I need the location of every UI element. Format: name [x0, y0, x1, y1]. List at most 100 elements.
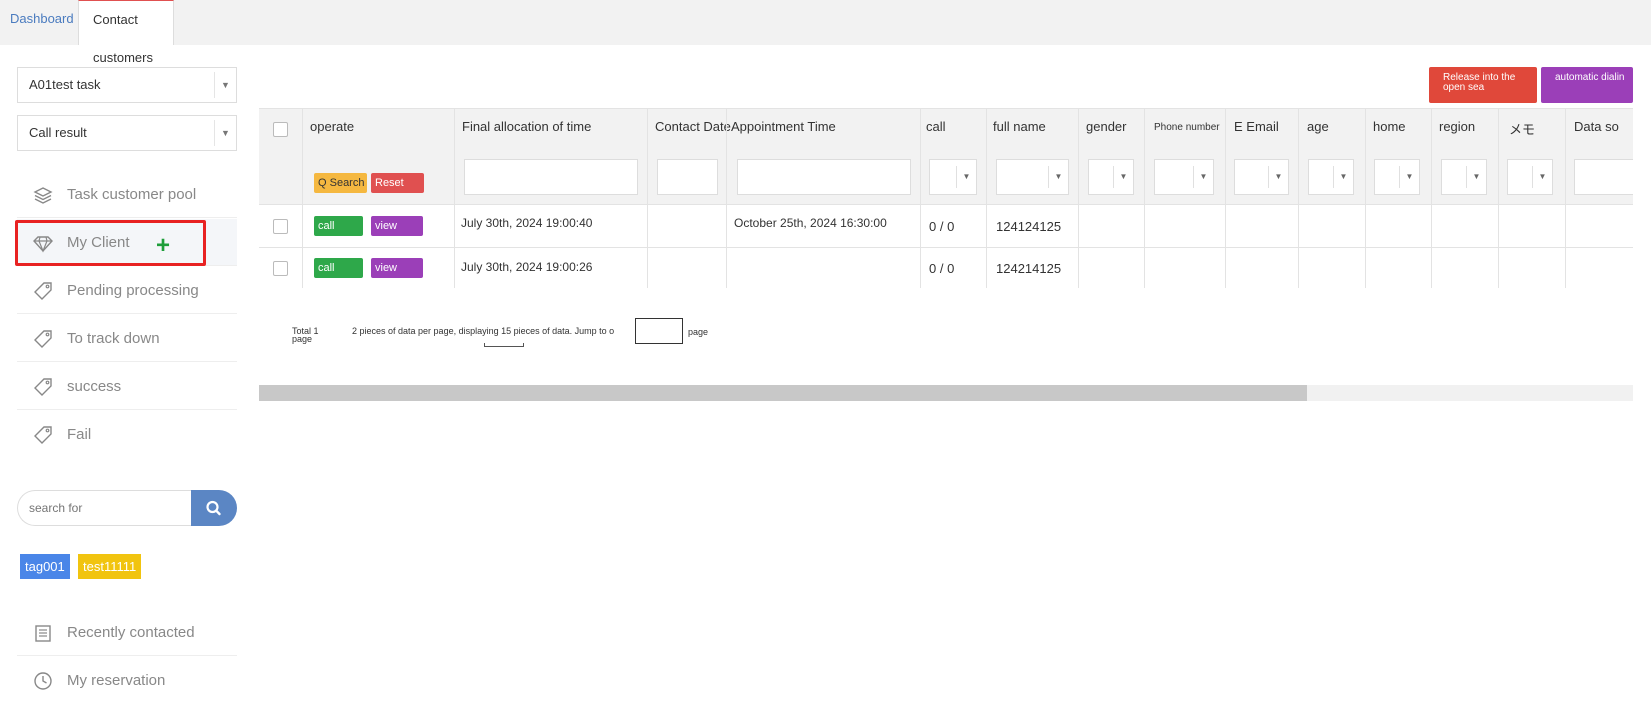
- search-icon: [206, 500, 221, 516]
- filter-appointment-input[interactable]: [737, 159, 911, 195]
- column-header: Final allocation of time: [462, 119, 592, 134]
- tag-icon: [34, 330, 52, 348]
- column-header: age: [1307, 119, 1329, 134]
- search-filter-button[interactable]: Q Search: [314, 173, 367, 193]
- chevron-down-icon: ▼: [1113, 166, 1133, 188]
- filter-home-select[interactable]: ▼: [1374, 159, 1420, 195]
- tab-bar: Dashboard Contact customers: [0, 0, 1651, 65]
- sidebar-search: [17, 490, 237, 526]
- column-divider: [1225, 109, 1226, 288]
- column-divider: [986, 109, 987, 288]
- column-header: call: [926, 119, 946, 134]
- chevron-down-icon: ▼: [214, 120, 236, 146]
- sidebar-item-fail[interactable]: Fail: [17, 411, 237, 458]
- column-header: Contact Date: [655, 119, 731, 134]
- sidebar-item-my-reservation[interactable]: My reservation: [17, 657, 237, 704]
- tag-chip[interactable]: test11111: [78, 554, 142, 579]
- view-button[interactable]: view: [371, 216, 423, 236]
- filter-final-allocation-input[interactable]: [464, 159, 638, 195]
- select-all-checkbox[interactable]: [273, 122, 288, 137]
- column-header: region: [1439, 119, 1476, 134]
- release-open-sea-button[interactable]: Release into the open sea: [1429, 67, 1537, 103]
- filter-region-select[interactable]: ▼: [1441, 159, 1487, 195]
- chevron-down-icon: ▼: [1193, 166, 1213, 188]
- tab-contact-customers[interactable]: Contact customers: [78, 0, 174, 65]
- column-divider: [1431, 109, 1432, 288]
- call-result-select[interactable]: Call result ▼: [17, 115, 237, 151]
- full-name-cell: 124124125: [996, 219, 1062, 234]
- column-divider: [920, 109, 921, 288]
- filter-call-select[interactable]: ▼: [929, 159, 977, 195]
- search-input[interactable]: [17, 490, 193, 526]
- column-header: Phone number: [1154, 122, 1220, 133]
- filter-age-select[interactable]: ▼: [1308, 159, 1354, 195]
- page-size-select[interactable]: [484, 343, 524, 347]
- chevron-down-icon: ▼: [1333, 166, 1353, 188]
- full-name-cell: 124214125: [996, 261, 1062, 276]
- chevron-down-icon: ▼: [214, 72, 236, 98]
- row-checkbox[interactable]: [273, 219, 288, 234]
- task-select[interactable]: A01test task ▼: [17, 67, 237, 103]
- sidebar-item-label: Pending processing: [67, 282, 199, 299]
- chevron-down-icon: ▼: [956, 166, 976, 188]
- column-divider: [1565, 109, 1566, 288]
- sidebar-item-recently-contacted[interactable]: Recently contacted: [17, 609, 237, 656]
- view-button[interactable]: view: [371, 258, 423, 278]
- tab-dashboard[interactable]: Dashboard: [0, 0, 84, 45]
- search-button[interactable]: [191, 490, 237, 526]
- call-button[interactable]: call: [314, 216, 363, 236]
- filter-email-select[interactable]: ▼: [1234, 159, 1289, 195]
- book-icon: [35, 625, 51, 642]
- column-divider: [302, 109, 303, 288]
- sidebar-item-label: Task customer pool: [67, 186, 197, 203]
- task-select-value: A01test task: [29, 77, 101, 92]
- call-result-select-value: Call result: [29, 125, 87, 140]
- chevron-down-icon: ▼: [1048, 166, 1068, 188]
- column-header: Appointment Time: [731, 119, 836, 134]
- filter-phone-select[interactable]: ▼: [1154, 159, 1214, 195]
- column-header: メモ: [1509, 122, 1536, 137]
- tag-icon: [34, 282, 52, 300]
- sidebar-item-task-customer-pool[interactable]: Task customer pool: [17, 171, 237, 218]
- scrollbar-thumb[interactable]: [259, 385, 1307, 401]
- horizontal-scrollbar[interactable]: [259, 385, 1633, 401]
- row-checkbox[interactable]: [273, 261, 288, 276]
- highlight-box: [15, 220, 206, 266]
- tag-icon: [34, 378, 52, 396]
- column-header: E Email: [1234, 119, 1279, 134]
- chevron-down-icon: ▼: [1268, 166, 1288, 188]
- call-button[interactable]: call: [314, 258, 363, 278]
- chevron-down-icon: ▼: [1532, 166, 1552, 188]
- filter-full-name-select[interactable]: ▼: [996, 159, 1069, 195]
- sidebar-item-success[interactable]: success: [17, 363, 237, 410]
- sidebar-item-pending-processing[interactable]: Pending processing: [17, 267, 237, 314]
- table-header: operate Final allocation of time Contact…: [259, 109, 1633, 205]
- column-divider: [454, 109, 455, 288]
- clock-icon: [34, 672, 52, 690]
- sidebar-item-label: Recently contacted: [67, 624, 195, 641]
- tag-chip[interactable]: tag001: [20, 554, 70, 579]
- jump-to-page-input[interactable]: [635, 318, 683, 344]
- column-divider: [1365, 109, 1366, 288]
- filter-contact-date-input[interactable]: [657, 159, 718, 195]
- column-divider: [1078, 109, 1079, 288]
- table-row: call view July 30th, 2024 19:00:40 Octob…: [259, 206, 1633, 248]
- automatic-dialing-button[interactable]: automatic dialin: [1541, 67, 1633, 103]
- layers-icon: [33, 187, 53, 204]
- column-header: gender: [1086, 119, 1127, 134]
- table-row: call view July 30th, 2024 19:00:26 0 / 0…: [259, 248, 1633, 288]
- column-header: Data so: [1574, 119, 1619, 134]
- column-divider: [726, 109, 727, 288]
- sidebar-item-to-track-down[interactable]: To track down: [17, 315, 237, 362]
- column-divider: [1144, 109, 1145, 288]
- sidebar-item-label: success: [67, 378, 122, 395]
- chevron-down-icon: ▼: [1466, 166, 1486, 188]
- column-header: full name: [993, 119, 1046, 134]
- reset-filter-button[interactable]: Reset: [371, 173, 424, 193]
- filter-data-source-input[interactable]: [1574, 159, 1633, 195]
- filter-memo-select[interactable]: ▼: [1507, 159, 1553, 195]
- column-divider: [1298, 109, 1299, 288]
- sidebar-item-label: My reservation: [67, 672, 166, 689]
- column-divider: [1498, 109, 1499, 288]
- filter-gender-select[interactable]: ▼: [1088, 159, 1134, 195]
